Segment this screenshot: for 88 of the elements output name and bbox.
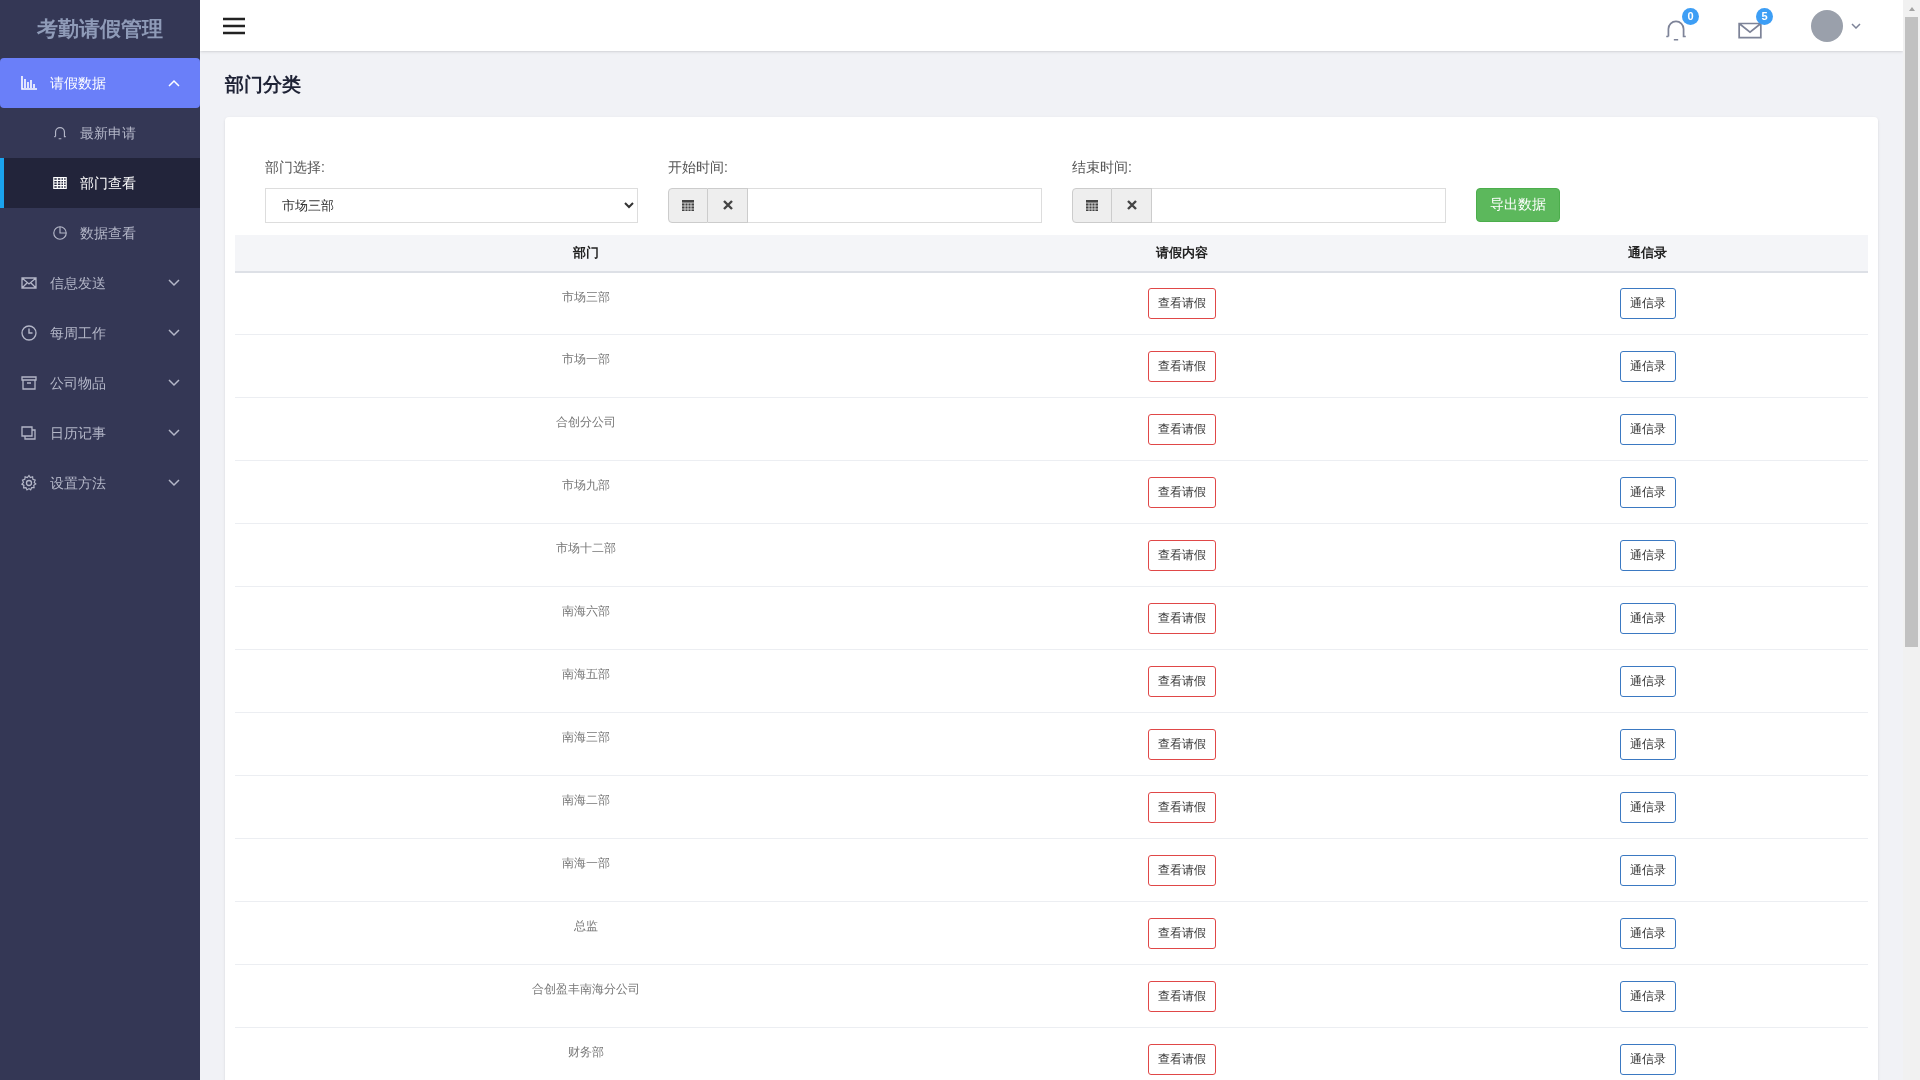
count-badge: 0 <box>1682 8 1699 25</box>
table-cell: 南海六部 <box>562 604 611 618</box>
field-label: 结束时间: <box>1072 157 1133 177</box>
chevron-icon <box>168 379 180 387</box>
contacts-button[interactable]: 通信录 <box>1619 350 1676 382</box>
view-leave-button[interactable]: 查看请假 <box>1148 665 1217 697</box>
date-input[interactable] <box>748 187 1042 223</box>
app-title: 考勤请假管理 <box>37 16 163 43</box>
contacts-button[interactable]: 通信录 <box>1619 791 1676 823</box>
sidebar-item[interactable]: 设置方法 <box>0 458 200 508</box>
field-label: 部门选择: <box>265 157 326 177</box>
gear-icon <box>20 474 38 492</box>
view-leave-button[interactable]: 查看请假 <box>1148 539 1217 571</box>
table-cell: 总监 <box>574 919 599 933</box>
chevron-icon <box>168 279 180 287</box>
contacts-button[interactable]: 通信录 <box>1619 728 1676 760</box>
contacts-button[interactable]: 通信录 <box>1619 539 1676 571</box>
view-leave-button[interactable]: 查看请假 <box>1148 728 1217 760</box>
view-leave-button[interactable]: 查看请假 <box>1148 1043 1217 1075</box>
envelope-icon <box>20 274 38 292</box>
menu-icon[interactable] <box>222 15 246 36</box>
table-cell: 合创分公司 <box>556 415 617 429</box>
view-leave-button[interactable]: 查看请假 <box>1148 287 1217 319</box>
chevron-icon <box>168 429 180 437</box>
view-leave-button[interactable]: 查看请假 <box>1148 413 1217 445</box>
contacts-button[interactable]: 通信录 <box>1619 665 1676 697</box>
sidebar-item[interactable]: 每周工作 <box>0 308 200 358</box>
table-cell: 市场一部 <box>562 352 611 366</box>
pie-chart-icon <box>52 225 68 241</box>
calendar-icon <box>1085 198 1099 212</box>
sidebar-item[interactable]: 日历记事 <box>0 408 200 458</box>
contacts-button[interactable]: 通信录 <box>1619 287 1676 319</box>
column-header: 通信录 <box>1427 234 1868 272</box>
user-menu[interactable] <box>1811 9 1861 42</box>
clear-button[interactable] <box>708 187 748 223</box>
calendar-icon <box>681 198 695 212</box>
contacts-button[interactable]: 通信录 <box>1619 854 1676 886</box>
table-cell: 合创盈丰南海分公司 <box>532 982 641 996</box>
column-header: 请假内容 <box>937 234 1428 272</box>
contacts-button[interactable]: 通信录 <box>1619 476 1676 508</box>
contacts-button[interactable]: 通信录 <box>1619 413 1676 445</box>
view-leave-button[interactable]: 查看请假 <box>1148 980 1217 1012</box>
table-cell: 南海二部 <box>562 793 611 807</box>
table-cell: 市场十二部 <box>556 541 617 555</box>
chevron-icon <box>168 479 180 487</box>
contacts-button[interactable]: 通信录 <box>1619 1043 1676 1075</box>
chevron-icon <box>168 79 180 87</box>
list-icon <box>52 175 68 191</box>
field-label: 开始时间: <box>668 157 729 177</box>
table-cell: 南海五部 <box>562 667 611 681</box>
sidebar-subitem[interactable]: 最新申请 <box>0 108 200 158</box>
sidebar-subitem[interactable]: 部门查看 <box>0 158 200 208</box>
table-cell: 南海三部 <box>562 730 611 744</box>
date-input[interactable] <box>1152 187 1446 223</box>
bar-chart-icon <box>20 74 38 92</box>
table-cell: 市场三部 <box>562 289 611 304</box>
department-select[interactable]: 市场三部 <box>265 187 638 223</box>
page-title: 部门分类 <box>225 73 302 97</box>
contacts-button[interactable]: 通信录 <box>1619 602 1676 634</box>
view-leave-button[interactable]: 查看请假 <box>1148 476 1217 508</box>
clock-icon <box>20 324 38 342</box>
view-leave-button[interactable]: 查看请假 <box>1148 791 1217 823</box>
table-cell: 南海一部 <box>562 856 611 870</box>
chevron-icon <box>168 329 180 337</box>
contacts-button[interactable]: 通信录 <box>1619 917 1676 949</box>
view-leave-button[interactable]: 查看请假 <box>1148 917 1217 949</box>
avatar <box>1811 9 1843 42</box>
view-leave-button[interactable]: 查看请假 <box>1148 350 1217 382</box>
calendar-button[interactable] <box>1072 187 1112 223</box>
view-leave-button[interactable]: 查看请假 <box>1148 854 1217 886</box>
sidebar-subitem[interactable]: 数据查看 <box>0 208 200 258</box>
caret-icon <box>1851 22 1861 29</box>
table-cell: 财务部 <box>568 1045 605 1059</box>
scrollbar[interactable] <box>1903 0 1920 1080</box>
count-badge: 5 <box>1756 8 1773 25</box>
copy-icon <box>20 424 38 442</box>
sidebar-item[interactable]: 信息发送 <box>0 258 200 308</box>
box-icon <box>20 374 38 392</box>
contacts-button[interactable]: 通信录 <box>1619 980 1676 1012</box>
close-icon <box>721 199 734 211</box>
table-cell: 市场九部 <box>562 478 611 492</box>
calendar-button[interactable] <box>668 187 708 223</box>
view-leave-button[interactable]: 查看请假 <box>1148 602 1217 634</box>
close-icon <box>1125 199 1138 211</box>
column-header: 部门 <box>235 234 938 272</box>
clear-button[interactable] <box>1112 187 1152 223</box>
bell-icon <box>52 125 68 141</box>
sidebar-item[interactable]: 公司物品 <box>0 358 200 408</box>
